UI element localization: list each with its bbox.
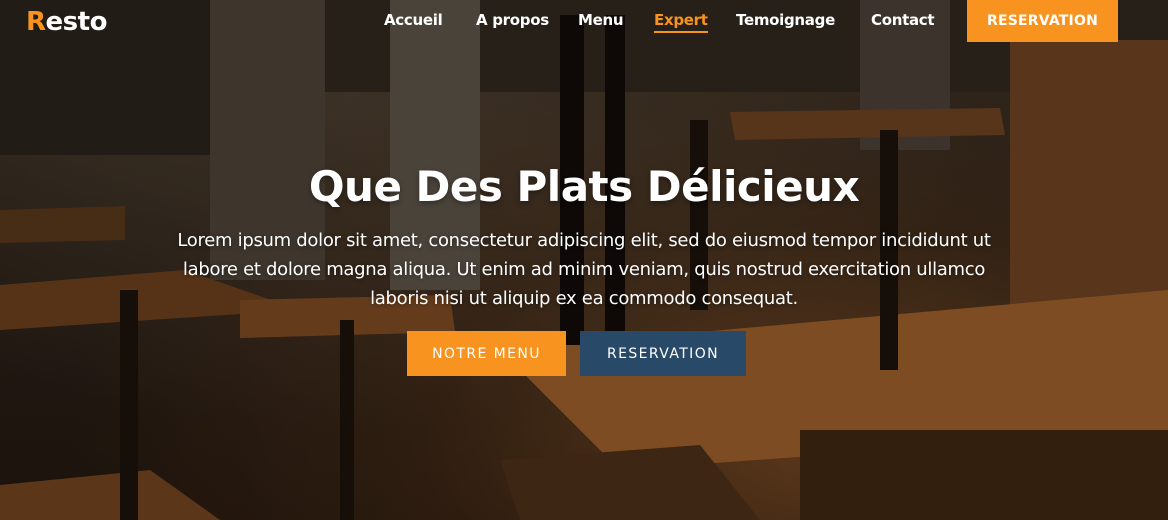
nav-link-menu[interactable]: Menu bbox=[578, 10, 624, 30]
hero-description: Lorem ipsum dolor sit amet, consectetur … bbox=[177, 230, 991, 309]
hero-actions: NOTRE MENU RESERVATION bbox=[407, 331, 747, 376]
brand-logo-text: esto bbox=[45, 7, 108, 37]
nav-link-contact[interactable]: Contact bbox=[871, 10, 935, 30]
nav-link-temoignage[interactable]: Temoignage bbox=[736, 10, 835, 30]
top-navbar: Resto Accueil A propos Menu Expert Temoi… bbox=[0, 0, 1168, 42]
brand-logo-accent-letter: R bbox=[26, 7, 46, 37]
nav-reservation-button[interactable]: RESERVATION bbox=[967, 0, 1118, 42]
notre-menu-button[interactable]: NOTRE MENU bbox=[407, 331, 566, 376]
hero-content: Que Des Plats Délicieux Lorem ipsum dolo… bbox=[0, 158, 1168, 313]
nav-link-expert[interactable]: Expert bbox=[654, 10, 708, 33]
hero-reservation-button[interactable]: RESERVATION bbox=[580, 331, 746, 376]
hero-section: Resto Accueil A propos Menu Expert Temoi… bbox=[0, 0, 1168, 520]
nav-link-accueil[interactable]: Accueil bbox=[384, 10, 443, 30]
hero-title: Que Des Plats Délicieux bbox=[308, 162, 860, 211]
nav-link-a-propos[interactable]: A propos bbox=[476, 10, 549, 30]
brand-logo[interactable]: Resto bbox=[26, 5, 107, 39]
